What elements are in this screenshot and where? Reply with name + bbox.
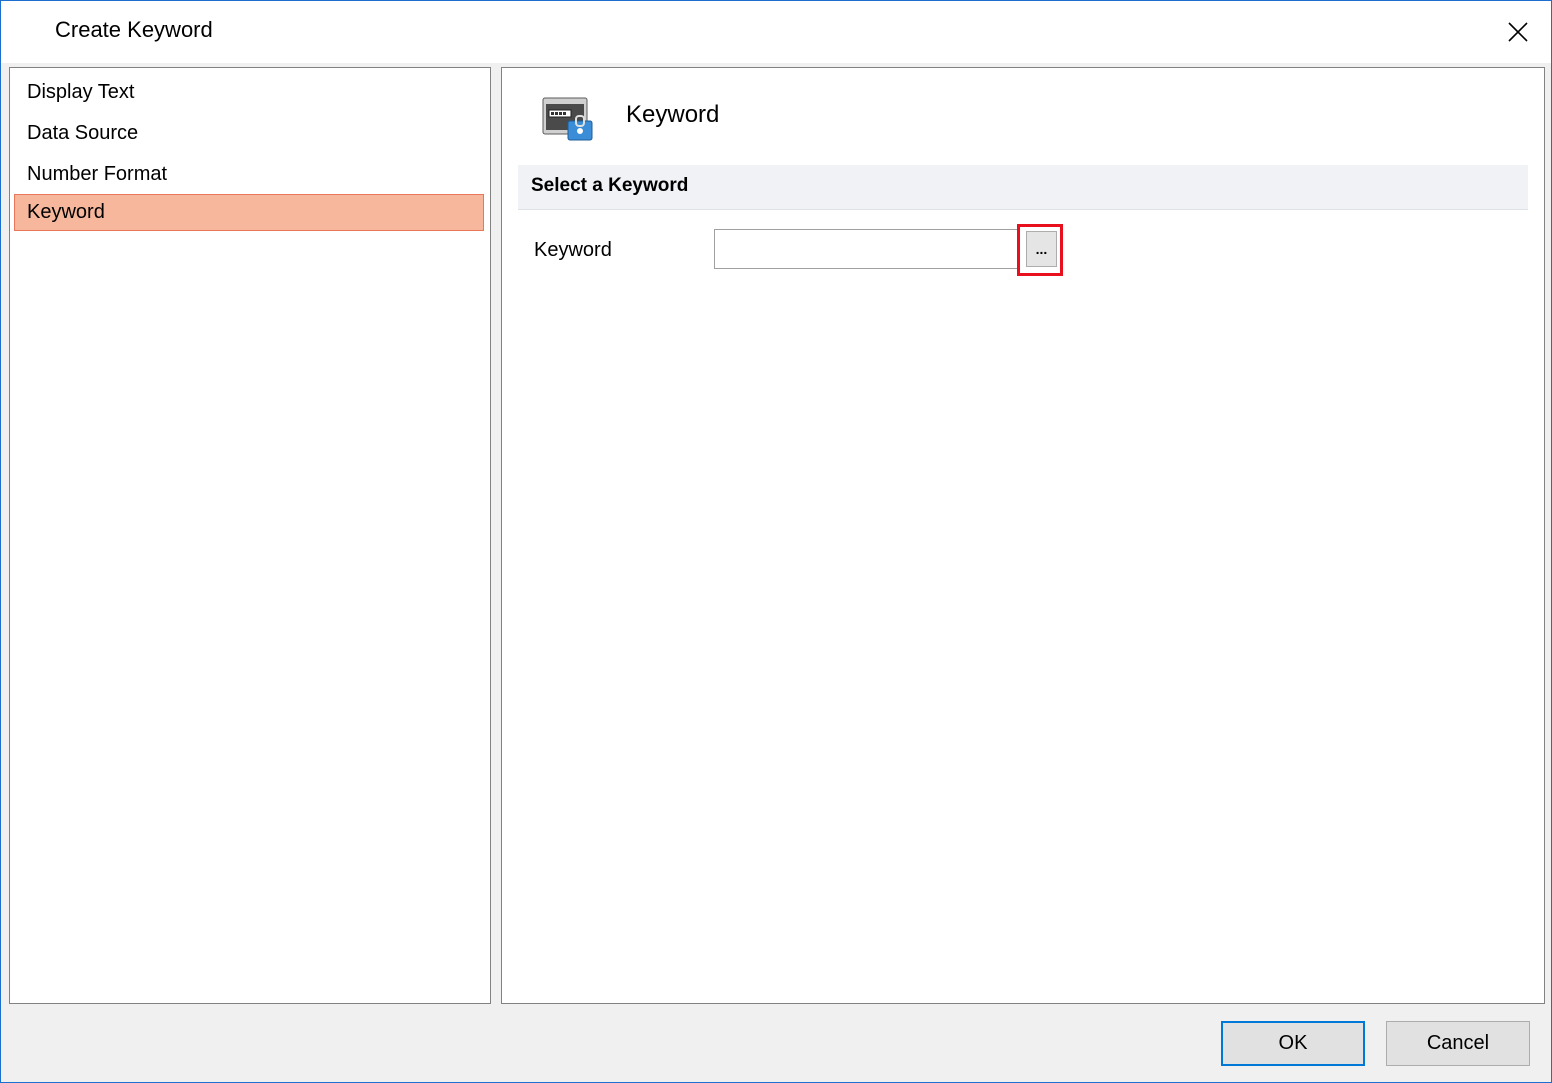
browse-keyword-button[interactable]: ... — [1026, 231, 1057, 267]
keyword-input[interactable] — [714, 229, 1020, 269]
content-panel: Keyword Select a Keyword Keyword ... — [501, 67, 1545, 1004]
section-header: Select a Keyword — [518, 165, 1528, 210]
keyword-field-label: Keyword — [534, 239, 612, 261]
nav-item-display-text[interactable]: Display Text — [14, 74, 484, 111]
nav-item-keyword[interactable]: Keyword — [14, 194, 484, 231]
nav-item-number-format[interactable]: Number Format — [14, 156, 484, 193]
create-keyword-dialog: Create Keyword Display Text Data Source … — [0, 0, 1552, 1083]
nav-item-data-source[interactable]: Data Source — [14, 115, 484, 152]
page-heading: Keyword — [626, 101, 720, 128]
close-icon — [1508, 22, 1528, 42]
dialog-title: Create Keyword — [55, 17, 213, 42]
ok-button[interactable]: OK — [1221, 1021, 1365, 1066]
section-title: Select a Keyword — [531, 175, 689, 196]
title-bar: Create Keyword — [1, 1, 1551, 63]
cancel-button[interactable]: Cancel — [1386, 1021, 1530, 1066]
close-button[interactable] — [1495, 9, 1541, 55]
keyword-icon — [542, 97, 593, 141]
navigation-list: Display Text Data Source Number Format K… — [9, 67, 491, 1004]
